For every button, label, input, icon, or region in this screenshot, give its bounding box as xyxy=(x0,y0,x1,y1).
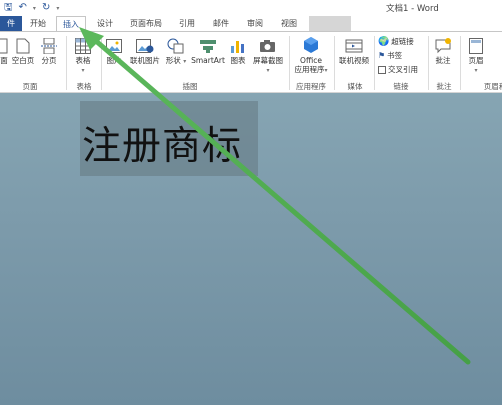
smartart-icon xyxy=(200,40,216,53)
group-divider xyxy=(460,36,461,90)
blank-page-button[interactable]: 空白页 xyxy=(10,38,36,65)
window-title: 文档1 - Word xyxy=(386,4,439,14)
shapes-icon xyxy=(167,38,184,54)
online-video-button[interactable]: 联机视频 xyxy=(336,38,372,65)
save-icon[interactable]: 🖫 xyxy=(4,2,13,14)
online-picture-button[interactable]: 联机图片 xyxy=(128,38,162,65)
chevron-down-icon: ▾ xyxy=(474,67,478,74)
wordart-textbox[interactable]: 注册商标 xyxy=(80,101,258,176)
screenshot-button[interactable]: 屏幕截图 ▾ xyxy=(250,38,286,75)
title-bar: 🖫 ↶ ▾ ↻ ▾ 文档1 - Word xyxy=(0,0,502,16)
chart-icon xyxy=(231,41,244,53)
table-button[interactable]: 表格 ▾ xyxy=(71,38,95,75)
group-divider xyxy=(334,36,335,90)
chevron-down-icon: ▾ xyxy=(324,67,328,74)
online-picture-icon xyxy=(136,39,154,53)
group-label-tables: 表格 xyxy=(76,82,92,91)
ribbon: 面 空白页 分页 页面 表格 ▾ 表格 图片 联机图片 形状 ▾ SmartArt… xyxy=(0,31,502,93)
wordart-text[interactable]: 注册商标 xyxy=(82,115,242,171)
group-label-illustrations: 插图 xyxy=(182,82,198,91)
customize-qat-icon[interactable]: ▾ xyxy=(56,5,59,12)
group-label-header-footer: 页眉和 xyxy=(483,82,502,91)
quick-access-toolbar: 🖫 ↶ ▾ ↻ ▾ xyxy=(4,2,59,14)
cross-reference-icon xyxy=(378,65,386,74)
group-label-pages: 页面 xyxy=(22,82,38,91)
tab-layout[interactable]: 页面布局 xyxy=(126,16,166,31)
account-placeholder xyxy=(309,16,351,31)
cover-page-button[interactable]: 面 xyxy=(0,38,10,65)
bookmark-icon: ⚑ xyxy=(378,51,386,60)
picture-icon xyxy=(106,39,122,53)
group-label-apps: 应用程序 xyxy=(296,82,326,91)
group-divider xyxy=(428,36,429,90)
header-icon xyxy=(469,38,483,54)
group-label-links: 链接 xyxy=(393,82,409,91)
group-divider xyxy=(66,36,67,90)
bookmark-button[interactable]: ⚑ 书签 xyxy=(378,50,402,61)
picture-button[interactable]: 图片 xyxy=(104,38,124,65)
camera-icon xyxy=(260,40,275,52)
cover-page-icon xyxy=(0,38,8,54)
video-icon xyxy=(345,39,363,53)
undo-dropdown-icon[interactable]: ▾ xyxy=(33,5,36,12)
office-store-icon xyxy=(304,37,318,53)
group-divider xyxy=(101,36,102,90)
tab-view[interactable]: 视图 xyxy=(277,16,301,31)
hyperlink-button[interactable]: 🌍 超链接 xyxy=(378,36,414,47)
tab-references[interactable]: 引用 xyxy=(175,16,199,31)
chart-button[interactable]: 图表 xyxy=(228,38,248,65)
undo-icon[interactable]: ↶ xyxy=(19,2,27,14)
group-divider xyxy=(374,36,375,90)
tab-review[interactable]: 审阅 xyxy=(243,16,267,31)
group-divider xyxy=(289,36,290,90)
ribbon-tabs: 件 开始 插入 设计 页面布局 引用 邮件 审阅 视图 xyxy=(0,16,502,32)
page-break-icon xyxy=(41,38,57,54)
new-comment-button[interactable]: 批注 xyxy=(432,38,454,65)
chevron-down-icon: ▾ xyxy=(81,67,85,74)
header-button[interactable]: 页眉 ▾ xyxy=(464,38,488,75)
hyperlink-icon: 🌍 xyxy=(378,36,390,47)
shapes-button[interactable]: 形状 ▾ xyxy=(164,38,188,66)
tab-home[interactable]: 开始 xyxy=(26,16,50,31)
blank-page-icon xyxy=(16,38,30,54)
page-break-button[interactable]: 分页 xyxy=(38,38,60,65)
redo-icon[interactable]: ↻ xyxy=(42,2,50,14)
tab-mailings[interactable]: 邮件 xyxy=(209,16,233,31)
comment-icon xyxy=(435,38,451,54)
group-label-comments: 批注 xyxy=(436,82,452,91)
tab-file[interactable]: 件 xyxy=(0,16,22,31)
cross-reference-button[interactable]: 交叉引用 xyxy=(378,64,418,75)
tab-insert[interactable]: 插入 xyxy=(56,16,86,32)
group-label-media: 媒体 xyxy=(347,82,363,91)
office-apps-button[interactable]: Office 应用程序▾ xyxy=(292,36,330,75)
chevron-down-icon: ▾ xyxy=(266,67,270,74)
table-icon xyxy=(75,38,91,54)
chevron-down-icon: ▾ xyxy=(183,58,187,65)
smartart-button[interactable]: SmartArt xyxy=(190,38,226,65)
tab-design[interactable]: 设计 xyxy=(92,16,118,31)
